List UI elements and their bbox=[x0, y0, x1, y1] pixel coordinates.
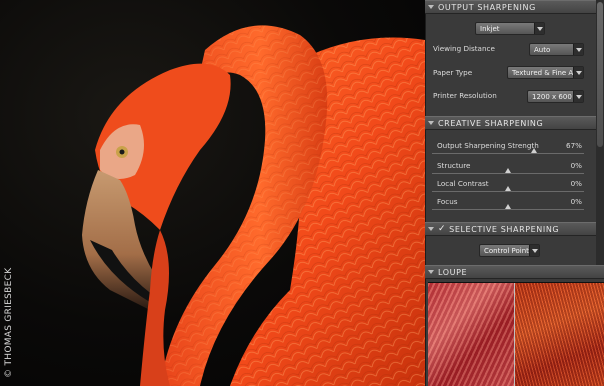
viewing-distance-value: Auto bbox=[534, 45, 551, 54]
paper-type-value: Textured & Fine Art bbox=[512, 68, 579, 77]
collapse-triangle-icon[interactable] bbox=[428, 5, 434, 9]
collapse-triangle-icon[interactable] bbox=[428, 227, 434, 231]
creative-sharpening-header[interactable]: CREATIVE SHARPENING bbox=[425, 116, 596, 130]
paper-type-label: Paper Type bbox=[433, 68, 473, 77]
slider-label-focus: Focus bbox=[437, 197, 458, 206]
collapse-triangle-icon[interactable] bbox=[428, 121, 434, 125]
output-mode-dropdown[interactable]: Inkjet bbox=[475, 22, 545, 35]
slider-handle-local-contrast[interactable] bbox=[505, 186, 511, 191]
loupe-before-preview bbox=[428, 283, 514, 386]
creative-sharpening-title: CREATIVE SHARPENING bbox=[438, 118, 544, 128]
chevron-down-icon bbox=[573, 67, 583, 78]
loupe-view[interactable] bbox=[428, 282, 604, 386]
control-points-dropdown[interactable]: Control Points bbox=[479, 244, 540, 257]
paper-type-dropdown[interactable]: Textured & Fine Art bbox=[507, 66, 584, 79]
slider-label-output-strength: Output Sharpening Strength bbox=[437, 141, 539, 150]
output-sharpening-title: OUTPUT SHARPENING bbox=[438, 2, 536, 12]
scrollbar-thumb[interactable] bbox=[597, 2, 603, 147]
selective-sharpening-header[interactable]: ✓ SELECTIVE SHARPENING bbox=[425, 222, 596, 236]
slider-value-focus: 0% bbox=[570, 197, 582, 206]
chevron-down-icon bbox=[534, 23, 544, 34]
slider-label-local-contrast: Local Contrast bbox=[437, 179, 489, 188]
copyright-label: © THOMAS GRIESBECK bbox=[4, 267, 14, 378]
slider-handle-output-strength[interactable] bbox=[530, 148, 537, 153]
flamingo-image bbox=[82, 25, 425, 386]
loupe-title: LOUPE bbox=[438, 267, 468, 277]
slider-track-local-contrast[interactable] bbox=[432, 191, 584, 192]
control-points-value: Control Points bbox=[484, 246, 533, 255]
chevron-down-icon bbox=[573, 44, 583, 55]
slider-value-output-strength: 67% bbox=[566, 141, 582, 150]
printer-resolution-label: Printer Resolution bbox=[433, 91, 497, 100]
photo-preview[interactable]: © THOMAS GRIESBECK bbox=[0, 0, 425, 386]
selective-sharpening-checkbox[interactable]: ✓ bbox=[438, 224, 446, 234]
collapse-triangle-icon[interactable] bbox=[428, 270, 434, 274]
loupe-after-preview bbox=[515, 283, 604, 386]
slider-value-structure: 0% bbox=[570, 161, 582, 170]
printer-resolution-dropdown[interactable]: 1200 x 600 bbox=[527, 90, 584, 103]
viewing-distance-dropdown[interactable]: Auto bbox=[529, 43, 584, 56]
output-sharpening-header[interactable]: OUTPUT SHARPENING bbox=[425, 0, 596, 14]
loupe-split-divider[interactable] bbox=[514, 283, 515, 386]
slider-track-focus[interactable] bbox=[432, 209, 584, 210]
loupe-header[interactable]: LOUPE bbox=[425, 265, 604, 279]
viewing-distance-label: Viewing Distance bbox=[433, 44, 495, 53]
output-mode-value: Inkjet bbox=[480, 24, 500, 33]
slider-value-local-contrast: 0% bbox=[570, 179, 582, 188]
chevron-down-icon bbox=[529, 245, 539, 256]
chevron-down-icon bbox=[573, 91, 583, 102]
slider-track-structure[interactable] bbox=[432, 173, 584, 174]
slider-label-structure: Structure bbox=[437, 161, 471, 170]
slider-track-output-strength[interactable] bbox=[432, 153, 584, 154]
slider-handle-focus[interactable] bbox=[505, 204, 511, 209]
printer-resolution-value: 1200 x 600 bbox=[532, 92, 572, 101]
slider-handle-structure[interactable] bbox=[505, 168, 511, 173]
panel-scrollbar[interactable] bbox=[596, 0, 604, 265]
selective-sharpening-title: SELECTIVE SHARPENING bbox=[449, 224, 560, 234]
